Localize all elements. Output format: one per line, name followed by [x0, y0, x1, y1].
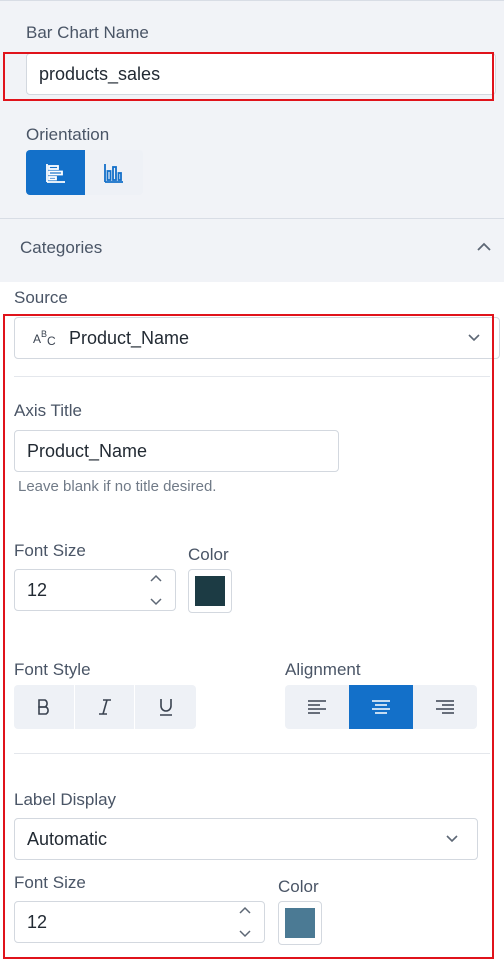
- font-size-input[interactable]: 12: [14, 569, 176, 611]
- alignment-group: [285, 685, 477, 729]
- label-display-select[interactable]: Automatic: [14, 818, 478, 860]
- color-picker[interactable]: [188, 569, 232, 613]
- align-right-icon: [435, 699, 455, 715]
- axis-title-hint: Leave blank if no title desired.: [18, 478, 217, 495]
- chevron-down-icon: [467, 333, 481, 343]
- decrement-icon[interactable]: [149, 597, 163, 606]
- bold-icon: [35, 697, 53, 717]
- label-font-size-value: 12: [27, 911, 48, 932]
- align-left-icon: [307, 699, 327, 715]
- axis-title-input[interactable]: Product_Name: [14, 430, 339, 472]
- align-center-icon: [371, 699, 391, 715]
- label-font-size-label: Font Size: [14, 873, 86, 892]
- italic-icon: [96, 697, 114, 717]
- axis-title-label: Axis Title: [14, 401, 83, 420]
- chart-name-input[interactable]: products_sales: [26, 53, 496, 95]
- decrement-icon[interactable]: [238, 929, 252, 938]
- label-color-picker[interactable]: [278, 901, 322, 945]
- increment-icon[interactable]: [149, 574, 163, 583]
- svg-text:A: A: [33, 332, 41, 346]
- horizontal-bars-icon: [45, 162, 67, 184]
- categories-title: Categories: [20, 238, 103, 257]
- chart-name-label: Bar Chart Name: [26, 23, 149, 42]
- divider: [14, 376, 490, 377]
- chevron-down-icon: [445, 834, 459, 844]
- color-label: Color: [188, 545, 229, 564]
- align-center-button[interactable]: [349, 685, 413, 729]
- orientation-horizontal-button[interactable]: [26, 150, 85, 195]
- underline-icon: [157, 697, 175, 717]
- font-size-value: 12: [27, 579, 48, 600]
- text-type-icon: A B C: [33, 328, 57, 348]
- color-swatch: [195, 576, 225, 606]
- svg-text:C: C: [47, 334, 56, 348]
- orientation-vertical-button[interactable]: [85, 150, 143, 195]
- vertical-bars-icon: [103, 162, 125, 184]
- orientation-toggle: [26, 150, 143, 195]
- font-style-label: Font Style: [14, 660, 91, 679]
- align-left-button[interactable]: [285, 685, 349, 729]
- label-font-size-input[interactable]: 12: [14, 901, 265, 943]
- label-display-value: Automatic: [27, 828, 108, 849]
- font-style-group: [14, 685, 196, 729]
- font-size-label: Font Size: [14, 541, 86, 560]
- chevron-up-icon[interactable]: [476, 240, 492, 258]
- source-label: Source: [14, 288, 68, 307]
- alignment-label: Alignment: [285, 660, 361, 679]
- underline-button[interactable]: [135, 685, 196, 729]
- font-size-stepper: [145, 574, 167, 606]
- increment-icon[interactable]: [238, 906, 252, 915]
- italic-button[interactable]: [75, 685, 135, 729]
- bold-button[interactable]: [14, 685, 75, 729]
- divider: [14, 753, 490, 754]
- label-color-label: Color: [278, 877, 319, 896]
- label-color-swatch: [285, 908, 315, 938]
- source-select[interactable]: A B C Product_Name: [14, 317, 500, 359]
- label-display-label: Label Display: [14, 790, 117, 809]
- chart-settings-panel: Bar Chart Name products_sales Orientatio…: [0, 0, 504, 961]
- align-right-button[interactable]: [413, 685, 477, 729]
- label-font-size-stepper: [234, 906, 256, 938]
- orientation-label: Orientation: [26, 125, 110, 144]
- source-value: Product_Name: [69, 327, 190, 348]
